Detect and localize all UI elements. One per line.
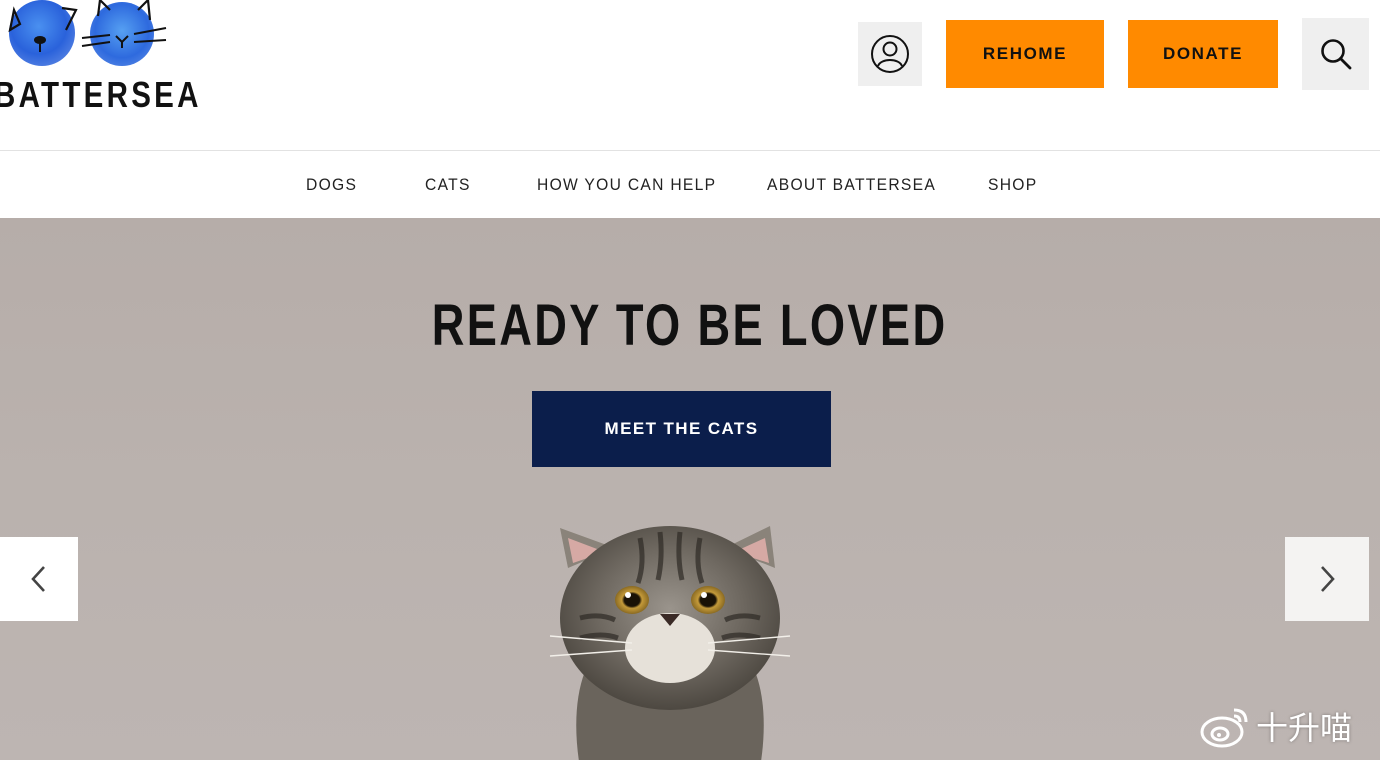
hero-title: READY TO BE LOVED	[432, 293, 948, 358]
site-header: BATTERSEA REHOME DONATE	[0, 0, 1380, 150]
watermark: 十升喵	[1200, 703, 1352, 749]
carousel-next-button[interactable]	[1285, 537, 1369, 621]
search-icon	[1320, 39, 1351, 70]
watermark-text: 十升喵	[1256, 709, 1353, 747]
chevron-left-icon	[31, 566, 45, 592]
chevron-right-icon	[1321, 566, 1335, 592]
battersea-logo[interactable]: BATTERSEA	[0, 0, 198, 120]
meet-the-cats-button[interactable]: MEET THE CATS	[532, 391, 831, 467]
carousel-prev-button[interactable]	[0, 537, 78, 621]
nav-item-shop[interactable]: SHOP	[988, 175, 1037, 195]
logo-wordmark: BATTERSEA	[0, 74, 202, 115]
nav-item-about-battersea[interactable]: ABOUT BATTERSEA	[767, 175, 936, 195]
user-circle-icon	[871, 35, 909, 73]
nav-item-cats[interactable]: CATS	[425, 175, 471, 195]
weibo-icon	[1200, 708, 1248, 748]
logo-cat-dog-faces-icon	[8, 0, 167, 66]
nav-item-dogs[interactable]: DOGS	[306, 175, 357, 195]
main-nav: DOGS CATS HOW YOU CAN HELP ABOUT BATTERS…	[0, 150, 1380, 218]
hero-cat-image	[549, 526, 791, 760]
account-button[interactable]	[858, 22, 922, 86]
hero-carousel: READY TO BE LOVED MEET THE CATS 十升喵	[0, 218, 1380, 760]
rehome-button[interactable]: REHOME	[946, 20, 1104, 88]
nav-item-how-you-can-help[interactable]: HOW YOU CAN HELP	[537, 175, 716, 195]
donate-button[interactable]: DONATE	[1128, 20, 1278, 88]
search-button[interactable]	[1302, 18, 1369, 90]
